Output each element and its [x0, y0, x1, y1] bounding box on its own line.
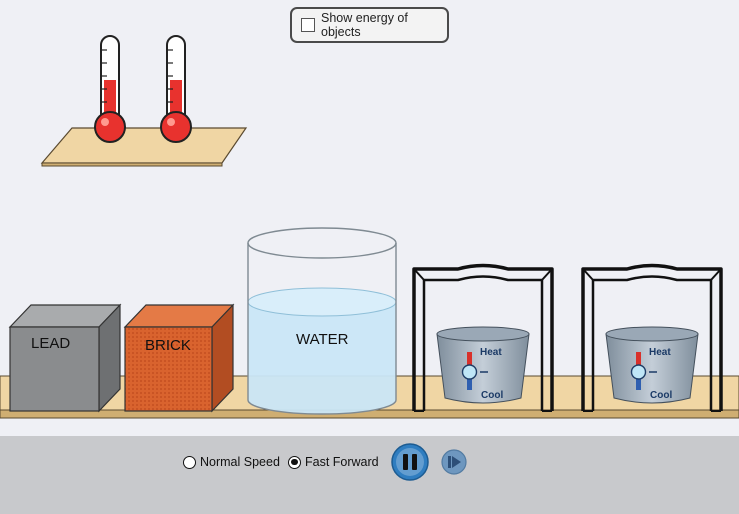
lead-block[interactable] — [8, 303, 122, 413]
show-energy-toggle[interactable]: Show energy of objects — [290, 7, 449, 43]
normal-speed-label: Normal Speed — [200, 455, 280, 469]
burner-2-heat-label: Heat — [649, 347, 671, 358]
show-energy-label: Show energy of objects — [321, 11, 408, 39]
pause-button[interactable] — [389, 442, 431, 482]
thermometer-2[interactable] — [160, 35, 192, 143]
fast-forward-radio[interactable]: Fast Forward — [288, 455, 379, 469]
water-label: WATER — [296, 331, 349, 348]
burner-1-heat-label: Heat — [480, 347, 502, 358]
fast-forward-label: Fast Forward — [305, 455, 379, 469]
show-energy-checkbox[interactable] — [301, 18, 315, 32]
fast-forward-radio-dot[interactable] — [288, 455, 301, 469]
thermometer-shelf — [40, 127, 248, 164]
normal-speed-radio-dot[interactable] — [183, 455, 196, 469]
normal-speed-radio[interactable]: Normal Speed — [183, 455, 280, 469]
brick-block[interactable] — [123, 303, 235, 413]
water-beaker[interactable] — [247, 227, 397, 415]
burner-1-cool-label: Cool — [481, 390, 504, 401]
thermometer-shelf-front — [41, 162, 223, 167]
burner-2-cool-label: Cool — [650, 390, 673, 401]
brick-label: BRICK — [145, 337, 191, 354]
lead-label: LEAD — [31, 335, 71, 352]
control-bar — [0, 436, 739, 514]
thermometer-1[interactable] — [94, 35, 126, 143]
simulation-scene — [0, 35, 739, 419]
step-button[interactable] — [440, 448, 468, 476]
